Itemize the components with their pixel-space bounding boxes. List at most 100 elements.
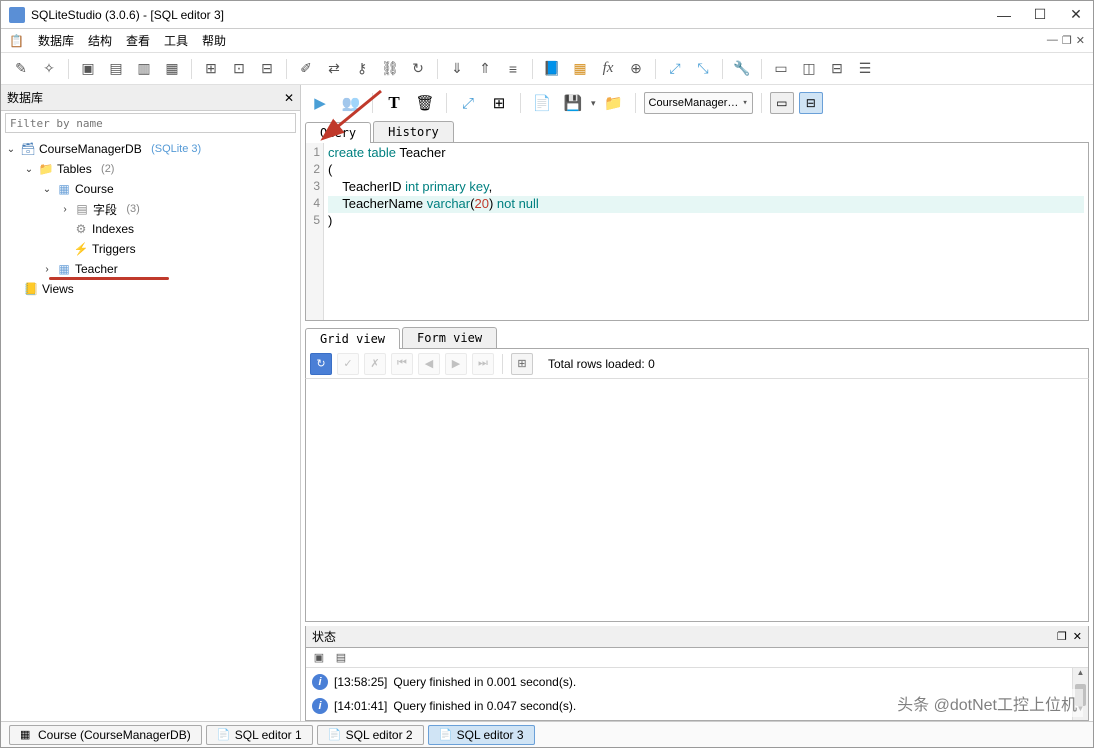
tab-sql2[interactable]: 📄SQL editor 2 (317, 725, 424, 745)
grid-last-icon[interactable]: ⏭ (472, 353, 494, 375)
index-icon: ⚙ (73, 221, 89, 237)
import-icon[interactable]: ⇓ (445, 57, 469, 81)
book-icon[interactable]: 📘 (540, 57, 564, 81)
tool1-icon[interactable]: ✐ (294, 57, 318, 81)
panel-title: 数据库 (7, 89, 284, 106)
status-restore-icon[interactable]: ❐ (1057, 630, 1067, 643)
menu-bar: 📋 数据库 结构 查看 工具 帮助 — ❐ ✕ (1, 29, 1093, 53)
menu-view[interactable]: 查看 (126, 32, 150, 49)
function-icon[interactable]: fx (596, 57, 620, 81)
view-single-button[interactable]: ▭ (770, 92, 794, 114)
wand-icon[interactable]: ✧ (37, 57, 61, 81)
result-grid[interactable] (305, 379, 1089, 622)
refresh-icon[interactable]: ↻ (406, 57, 430, 81)
connect-icon[interactable]: ▦ (160, 57, 184, 81)
database-panel: 数据库 ✕ ⌄🗃CourseManagerDB (SQLite 3) ⌄📁Tab… (1, 85, 301, 721)
info-icon: i (312, 674, 328, 690)
menu-help[interactable]: 帮助 (202, 32, 226, 49)
status-copy-icon[interactable]: ▤ (332, 650, 350, 666)
trigger-icon: ⚡ (73, 241, 89, 257)
db-name[interactable]: CourseManagerDB (39, 142, 142, 156)
collapse-icon[interactable]: ⤡ (691, 57, 715, 81)
panel-close-icon[interactable]: ✕ (284, 91, 294, 105)
teacher-node[interactable]: Teacher (75, 262, 118, 276)
grid-first-icon[interactable]: ⏮ (391, 353, 413, 375)
annotation-underline (49, 277, 169, 280)
scroll-up-icon[interactable]: ▲ (1073, 668, 1088, 684)
tab-sql1[interactable]: 📄SQL editor 1 (206, 725, 313, 745)
result-toolbar: ↻ ✓ ✗ ⏮ ◀ ▶ ⏭ ⊞ Total rows loaded: 0 (305, 349, 1089, 379)
new-table-icon[interactable]: ⊞ (199, 57, 223, 81)
edit-table-icon[interactable]: ⊡ (227, 57, 251, 81)
filter-input[interactable] (5, 113, 296, 133)
table-icon: ▦ (56, 261, 72, 277)
indexes-node[interactable]: Indexes (92, 222, 134, 236)
layout2-icon[interactable]: ◫ (797, 57, 821, 81)
tab-course[interactable]: ▦Course (CourseManagerDB) (9, 725, 202, 745)
grid-commit-icon[interactable]: ✓ (337, 353, 359, 375)
tables-node[interactable]: Tables (57, 162, 92, 176)
view-split-button[interactable]: ⊟ (799, 92, 823, 114)
view-icon[interactable]: ▦ (568, 57, 592, 81)
grid-next-icon[interactable]: ▶ (445, 353, 467, 375)
status-title: 状态 (312, 628, 1051, 645)
row-count-label: Total rows loaded: 0 (548, 357, 655, 371)
course-node[interactable]: Course (75, 182, 114, 196)
menu-database[interactable]: 数据库 (38, 32, 74, 49)
key-icon[interactable]: ⚷ (350, 57, 374, 81)
save-icon[interactable]: 💾 (560, 90, 586, 116)
layout3-icon[interactable]: ⊟ (825, 57, 849, 81)
sql-editor[interactable]: 12345 create table Teacher ( TeacherID i… (305, 143, 1089, 321)
collation-icon[interactable]: ⊕ (624, 57, 648, 81)
result-tabs: Grid view Form view (305, 327, 1089, 349)
file-icon[interactable]: 📋 (9, 34, 24, 48)
grid-refresh-icon[interactable]: ↻ (310, 353, 332, 375)
mdi-close[interactable]: ✕ (1076, 34, 1085, 47)
expand-sql-icon[interactable]: ⤢ (455, 90, 481, 116)
db-tree[interactable]: ⌄🗃CourseManagerDB (SQLite 3) ⌄📁Tables (2… (1, 135, 300, 721)
triggers-node[interactable]: Triggers (92, 242, 136, 256)
grid-rollback-icon[interactable]: ✗ (364, 353, 386, 375)
editor-tabs: Query History (305, 121, 1089, 143)
remove-db-icon[interactable]: ▥ (132, 57, 156, 81)
del-table-icon[interactable]: ⊟ (255, 57, 279, 81)
sql-icon: 📄 (439, 728, 453, 742)
layout1-icon[interactable]: ▭ (769, 57, 793, 81)
mdi-restore[interactable]: ❐ (1062, 34, 1072, 47)
export-icon[interactable]: ⇑ (473, 57, 497, 81)
wrench-icon[interactable]: 🔧 (730, 57, 754, 81)
editor-toolbar: ▶ 👥 T 🗑 ⤢ ⊞ 📄 💾 ▾ 📁 CourseManager… ▭ ⊟ (305, 87, 1089, 119)
layout4-icon[interactable]: ☰ (853, 57, 877, 81)
views-node[interactable]: Views (42, 282, 74, 296)
tool2-icon[interactable]: ⇄ (322, 57, 346, 81)
editor-panel: ▶ 👥 T 🗑 ⤢ ⊞ 📄 💾 ▾ 📁 CourseManager… ▭ ⊟ Q… (301, 85, 1093, 721)
title-bar: SQLiteStudio (3.0.6) - [SQL editor 3] — … (1, 1, 1093, 29)
script-icon[interactable]: ≡ (501, 57, 525, 81)
clear-icon[interactable]: 🗑 (412, 90, 438, 116)
open-icon[interactable]: 📄 (529, 90, 555, 116)
folder-icon[interactable]: 📁 (601, 90, 627, 116)
tab-sql3[interactable]: 📄SQL editor 3 (428, 725, 535, 745)
misc-icon[interactable]: ⊞ (486, 90, 512, 116)
close-button[interactable]: ✕ (1067, 6, 1085, 23)
tab-grid-view[interactable]: Grid view (305, 328, 400, 349)
minimize-button[interactable]: — (995, 7, 1013, 23)
database-selector[interactable]: CourseManager… (644, 92, 753, 114)
menu-tools[interactable]: 工具 (164, 32, 188, 49)
fields-node[interactable]: 字段 (93, 201, 117, 218)
brush-icon[interactable]: ✎ (9, 57, 33, 81)
main-toolbar: ✎ ✧ ▣ ▤ ▥ ▦ ⊞ ⊡ ⊟ ✐ ⇄ ⚷ ⛓ ↻ ⇓ ⇑ ≡ 📘 ▦ fx… (1, 53, 1093, 85)
maximize-button[interactable]: ☐ (1031, 6, 1049, 23)
grid-export-icon[interactable]: ⊞ (511, 353, 533, 375)
status-clear-icon[interactable]: ▣ (310, 650, 328, 666)
tab-form-view[interactable]: Form view (402, 327, 497, 348)
menu-structure[interactable]: 结构 (88, 32, 112, 49)
expand-icon[interactable]: ⤢ (663, 57, 687, 81)
grid-prev-icon[interactable]: ◀ (418, 353, 440, 375)
table-icon: ▦ (20, 728, 34, 742)
mdi-minimize[interactable]: — (1047, 34, 1058, 47)
add-db-icon[interactable]: ▣ (76, 57, 100, 81)
edit-db-icon[interactable]: ▤ (104, 57, 128, 81)
link-icon[interactable]: ⛓ (378, 57, 402, 81)
status-close-icon[interactable]: ✕ (1073, 630, 1082, 643)
